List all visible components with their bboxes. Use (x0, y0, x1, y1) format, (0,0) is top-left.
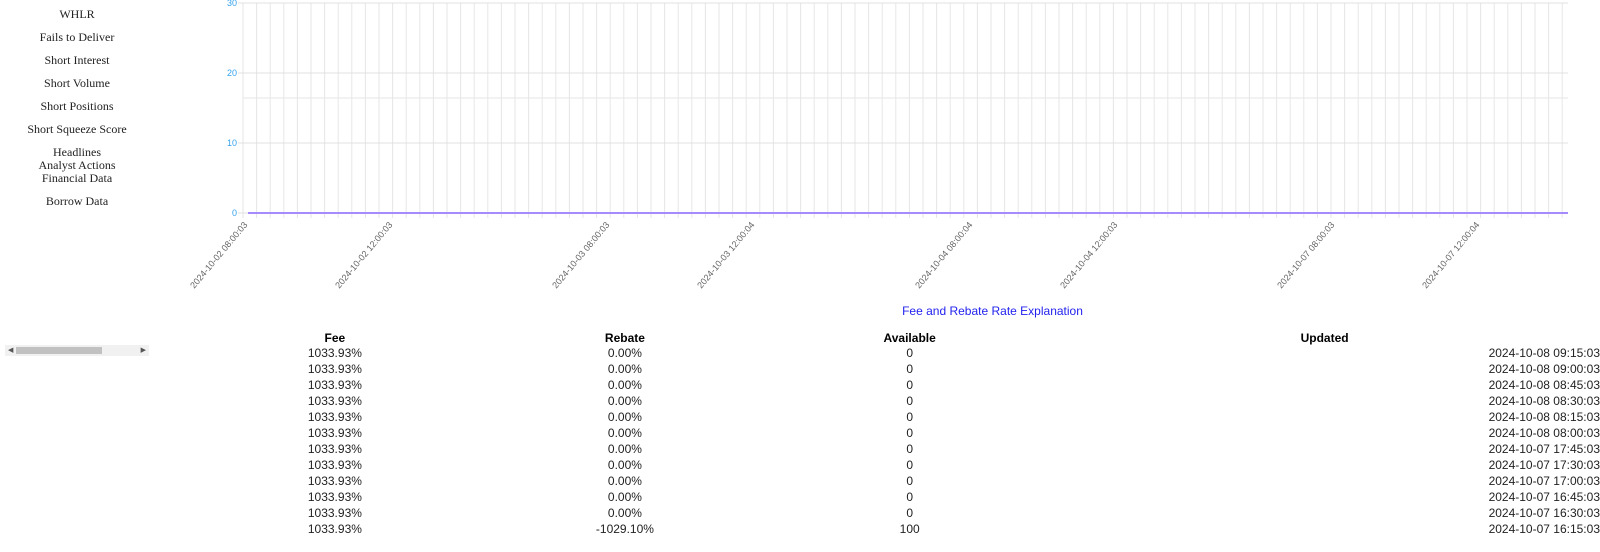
x-tick-label: 2024-10-07 12:00:04 (1420, 220, 1481, 290)
cell-available: 0 (906, 410, 913, 424)
cell-available: 0 (906, 394, 913, 408)
scroll-right-icon[interactable]: ▶ (141, 345, 146, 356)
header-fee: Fee (324, 330, 346, 345)
cell-fee: 1033.93% (307, 346, 362, 360)
cell-fee: 1033.93% (307, 394, 362, 408)
cell-available: 0 (906, 378, 913, 392)
cell-available: 0 (906, 362, 913, 376)
cell-rebate: 0.00% (607, 426, 642, 440)
y-tick-label: 0 (232, 208, 237, 218)
cell-available: 0 (906, 458, 913, 472)
scroll-left-icon[interactable]: ◀ (8, 345, 13, 356)
cell-available: 0 (906, 506, 913, 520)
cell-fee: 1033.93% (307, 458, 362, 472)
cell-updated: 2024-10-07 16:15:03 (1488, 522, 1600, 536)
cell-available: 100 (899, 522, 920, 536)
cell-rebate: -1029.10% (595, 522, 654, 536)
borrow-fee-chart: 0 10 20 30 2024-10-02 08:00:03 2024-10-02 12:… (188, 0, 1568, 290)
cell-available: 0 (906, 426, 913, 440)
table-row: 1033.93% 0.00% 0 2024-10-08 09:15:03 (190, 345, 1600, 361)
cell-updated: 2024-10-07 17:00:03 (1488, 474, 1600, 488)
cell-available: 0 (906, 346, 913, 360)
cell-updated: 2024-10-07 17:45:03 (1488, 442, 1600, 456)
cell-updated: 2024-10-08 08:00:03 (1488, 426, 1600, 440)
cell-fee: 1033.93% (307, 490, 362, 504)
table-row: 1033.93% 0.00% 0 2024-10-08 08:00:03 (190, 425, 1600, 441)
header-available: Available (883, 330, 936, 345)
cell-updated: 2024-10-07 16:30:03 (1488, 506, 1600, 520)
cell-available: 0 (906, 490, 913, 504)
cell-rebate: 0.00% (607, 490, 642, 504)
table-header-row: Fee Rebate Available Updated (190, 330, 1600, 345)
cell-rebate: 0.00% (607, 362, 642, 376)
cell-fee: 1033.93% (307, 442, 362, 456)
table-row: 1033.93% 0.00% 0 2024-10-07 17:45:03 (190, 441, 1600, 457)
cell-rebate: 0.00% (607, 346, 642, 360)
table-row: 1033.93% 0.00% 0 2024-10-08 08:45:03 (190, 377, 1600, 393)
x-tick-label: 2024-10-03 12:00:04 (695, 220, 756, 290)
cell-fee: 1033.93% (307, 474, 362, 488)
cell-rebate: 0.00% (607, 506, 642, 520)
cell-rebate: 0.00% (607, 458, 642, 472)
cell-fee: 1033.93% (307, 426, 362, 440)
cell-rebate: 0.00% (607, 378, 642, 392)
x-tick-label: 2024-10-07 08:00:03 (1275, 220, 1336, 290)
cell-fee: 1033.93% (307, 378, 362, 392)
cell-fee: 1033.93% (307, 506, 362, 520)
cell-rebate: 0.00% (607, 410, 642, 424)
cell-rebate: 0.00% (607, 474, 642, 488)
cell-updated: 2024-10-07 17:30:03 (1488, 458, 1600, 472)
table-row: 1033.93% 0.00% 0 2024-10-08 09:00:03 (190, 361, 1600, 377)
table-row: 1033.93% 0.00% 0 2024-10-08 08:15:03 (190, 409, 1600, 425)
table-row: 1033.93% 0.00% 0 2024-10-07 16:45:03 (190, 489, 1600, 505)
table-row: 1033.93% 0.00% 0 2024-10-07 17:00:03 (190, 473, 1600, 489)
cell-updated: 2024-10-08 08:15:03 (1488, 410, 1600, 424)
y-tick-label: 10 (227, 138, 237, 148)
cell-fee: 1033.93% (307, 410, 362, 424)
cell-updated: 2024-10-07 16:45:03 (1488, 490, 1600, 504)
header-updated: Updated (1300, 330, 1349, 345)
borrow-data-table: Fee Rebate Available Updated 1033.93% 0.0… (190, 330, 1600, 537)
header-rebate: Rebate (604, 330, 645, 345)
cell-updated: 2024-10-08 09:00:03 (1488, 362, 1600, 376)
cell-available: 0 (906, 474, 913, 488)
x-tick-label: 2024-10-03 08:00:03 (550, 220, 611, 290)
table-row: 1033.93% 0.00% 0 2024-10-07 17:30:03 (190, 457, 1600, 473)
y-tick-label: 30 (227, 0, 237, 8)
cell-rebate: 0.00% (607, 394, 642, 408)
x-tick-label: 2024-10-02 12:00:03 (333, 220, 394, 290)
cell-fee: 1033.93% (307, 522, 362, 536)
cell-updated: 2024-10-08 08:45:03 (1488, 378, 1600, 392)
cell-rebate: 0.00% (607, 442, 642, 456)
x-tick-label: 2024-10-02 08:00:03 (188, 220, 249, 290)
x-tick-label: 2024-10-04 08:00:04 (913, 220, 974, 290)
cell-available: 0 (906, 442, 913, 456)
table-row: 1033.93% 0.00% 0 2024-10-07 16:30:03 (190, 505, 1600, 521)
cell-updated: 2024-10-08 08:30:03 (1488, 394, 1600, 408)
horizontal-scrollbar[interactable]: ◀ ▶ (5, 345, 149, 356)
fee-rebate-explanation-link[interactable]: Fee and Rebate Rate Explanation (902, 304, 1083, 318)
table-row: 1033.93% 0.00% 0 2024-10-08 08:30:03 (190, 393, 1600, 409)
table-row: 1033.93% -1029.10% 100 2024-10-07 16:15:03 (190, 521, 1600, 537)
x-tick-label: 2024-10-04 12:00:03 (1058, 220, 1119, 290)
scrollbar-thumb[interactable] (16, 347, 102, 354)
cell-fee: 1033.93% (307, 362, 362, 376)
y-tick-label: 20 (227, 68, 237, 78)
cell-updated: 2024-10-08 09:15:03 (1488, 346, 1600, 360)
